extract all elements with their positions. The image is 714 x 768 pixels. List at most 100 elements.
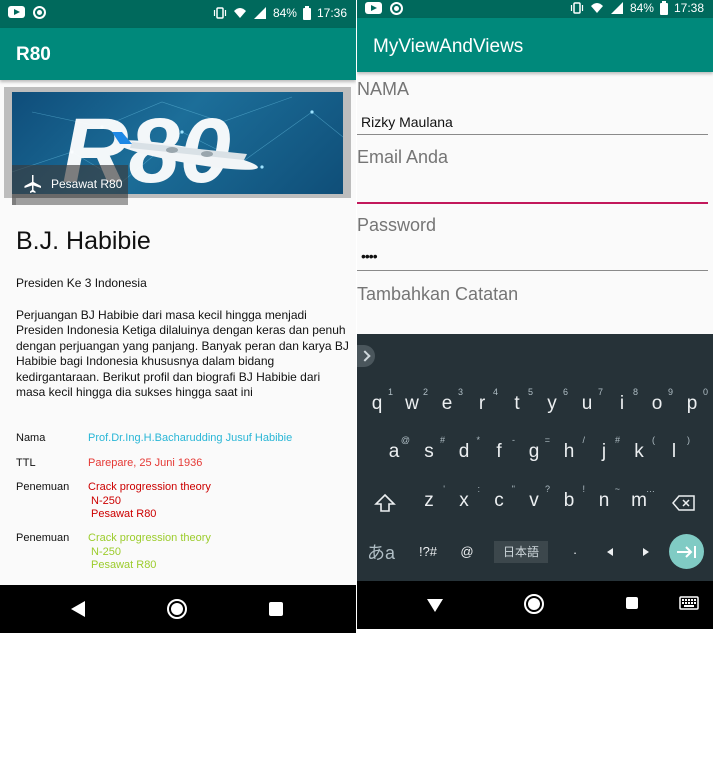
soft-keyboard: q1 w2 e3 r4 t5 y6 u7 i8 o9 p0 a @ s # d * f… — [357, 334, 713, 581]
password-input[interactable]: •••• — [361, 248, 378, 264]
key-a[interactable]: a @ — [382, 435, 410, 463]
at-key[interactable]: @ — [455, 544, 479, 559]
key-i[interactable]: i8 — [610, 387, 638, 415]
key-y[interactable]: y6 — [540, 387, 568, 415]
value-penemuan-2: Crack progression theory N-250 Pesawat R… — [88, 532, 211, 573]
navigation-bar — [357, 581, 713, 629]
email-underline-focused — [357, 202, 708, 204]
value-nama: Prof.Dr.Ing.H.Bacharudding Jusuf Habibie — [88, 432, 293, 444]
key-n[interactable]: n ~ — [592, 484, 620, 512]
vibrate-icon — [570, 2, 584, 14]
phone-left: 84% 17:36 R80 R80 Pesawat R80 B.J. Habib… — [0, 0, 356, 633]
penemuan-1-line-1: Crack progression theory — [88, 481, 211, 493]
email-input[interactable] — [361, 182, 701, 200]
person-name: B.J. Habibie — [16, 227, 151, 255]
key-b[interactable]: b! — [557, 484, 585, 512]
symbols-key[interactable]: !?# — [414, 544, 442, 559]
airplane-icon — [24, 175, 41, 193]
label-ttl: TTL — [16, 457, 36, 469]
key-g[interactable]: g = — [522, 435, 550, 463]
shift-icon[interactable] — [374, 493, 396, 513]
app-title: R80 — [16, 44, 51, 65]
status-bar: 84% 17:36 — [0, 0, 356, 28]
youtube-notification-icon — [8, 6, 25, 18]
key-v[interactable]: v? — [522, 484, 550, 512]
period-key[interactable]: . — [563, 542, 587, 557]
battery-percent: 84% — [629, 1, 654, 15]
vibrate-icon — [213, 7, 227, 19]
penemuan-1-line-3: Pesawat R80 — [91, 508, 157, 520]
key-o[interactable]: o9 — [645, 387, 673, 415]
wifi-icon — [233, 8, 246, 18]
enter-key[interactable] — [669, 534, 704, 569]
nama-input[interactable]: Rizky Maulana — [361, 114, 453, 130]
app-title: MyViewAndViews — [373, 36, 524, 57]
navigation-bar — [0, 585, 356, 633]
value-ttl: Parepare, 25 Juni 1936 — [88, 457, 203, 469]
wifi-icon — [590, 3, 603, 13]
key-d[interactable]: d * — [452, 435, 480, 463]
person-description: Perjuangan BJ Habibie dari masa kecil hi… — [16, 308, 349, 400]
key-f[interactable]: f- — [487, 435, 515, 463]
key-w[interactable]: w2 — [400, 387, 428, 415]
recents-icon[interactable] — [268, 601, 284, 617]
notes-input[interactable]: Tambahkan Catatan — [357, 284, 518, 305]
language-key[interactable]: 日本語 — [494, 541, 548, 563]
keyboard-expand-arrow-icon[interactable] — [357, 345, 375, 367]
backspace-icon[interactable] — [672, 495, 696, 511]
value-penemuan-1: Crack progression theory N-250 Pesawat R… — [88, 481, 211, 522]
label-nama: Nama — [16, 432, 46, 444]
nama-underline — [357, 134, 708, 135]
key-r[interactable]: r4 — [470, 387, 498, 415]
password-label: Password — [357, 215, 437, 235]
penemuan-2-line-1: Crack progression theory — [88, 532, 211, 544]
penemuan-2-line-2: N-250 — [91, 545, 121, 558]
key-e[interactable]: e3 — [435, 387, 463, 415]
key-p[interactable]: p0 — [680, 387, 708, 415]
penemuan-2-line-3: Pesawat R80 — [91, 559, 157, 571]
keyboard-switch-icon[interactable] — [679, 596, 699, 610]
key-s[interactable]: s # — [417, 435, 445, 463]
key-j[interactable]: j # — [592, 435, 620, 463]
key-l[interactable]: l) — [662, 435, 690, 463]
mode-key[interactable]: あa — [365, 539, 397, 565]
back-icon[interactable] — [69, 600, 87, 618]
battery-icon — [302, 6, 311, 20]
key-t[interactable]: t5 — [505, 387, 533, 415]
youtube-notification-icon — [365, 2, 382, 14]
status-bar: 84% 17:38 — [357, 0, 713, 18]
signal-icon — [253, 7, 266, 19]
key-k[interactable]: k( — [627, 435, 655, 463]
banner-caption-text: Pesawat R80 — [51, 177, 123, 191]
back-down-icon[interactable] — [426, 596, 444, 614]
home-icon[interactable] — [523, 593, 545, 615]
label-penemuan-2: Penemuan — [16, 532, 70, 544]
signal-icon — [610, 2, 623, 14]
password-underline — [357, 270, 708, 271]
notification-icon — [33, 6, 46, 19]
cursor-right-icon[interactable] — [641, 547, 651, 557]
clock: 17:38 — [673, 1, 704, 15]
battery-icon — [659, 1, 668, 15]
label-penemuan-1: Penemuan — [16, 481, 70, 493]
recents-icon[interactable] — [625, 596, 639, 610]
app-bar: R80 — [0, 28, 356, 80]
banner-caption-shadow — [16, 198, 128, 205]
key-u[interactable]: u7 — [575, 387, 603, 415]
home-icon[interactable] — [166, 598, 188, 620]
key-c[interactable]: c " — [487, 484, 515, 512]
key-z[interactable]: z ' — [417, 484, 445, 512]
next-arrow-icon — [677, 546, 696, 558]
key-q[interactable]: q1 — [365, 387, 393, 415]
key-x[interactable]: x: — [452, 484, 480, 512]
clock: 17:36 — [316, 6, 347, 20]
app-bar: MyViewAndViews — [357, 18, 713, 72]
battery-percent: 84% — [272, 6, 297, 20]
nama-label: NAMA — [357, 79, 410, 99]
penemuan-1-line-2: N-250 — [91, 494, 121, 507]
notification-icon — [390, 2, 403, 15]
cursor-left-icon[interactable] — [605, 547, 615, 557]
phone-right: 84% 17:38 MyViewAndViews NAMA Rizky Maul… — [357, 0, 713, 629]
key-m[interactable]: m… — [627, 484, 655, 512]
key-h[interactable]: h / — [557, 435, 585, 463]
